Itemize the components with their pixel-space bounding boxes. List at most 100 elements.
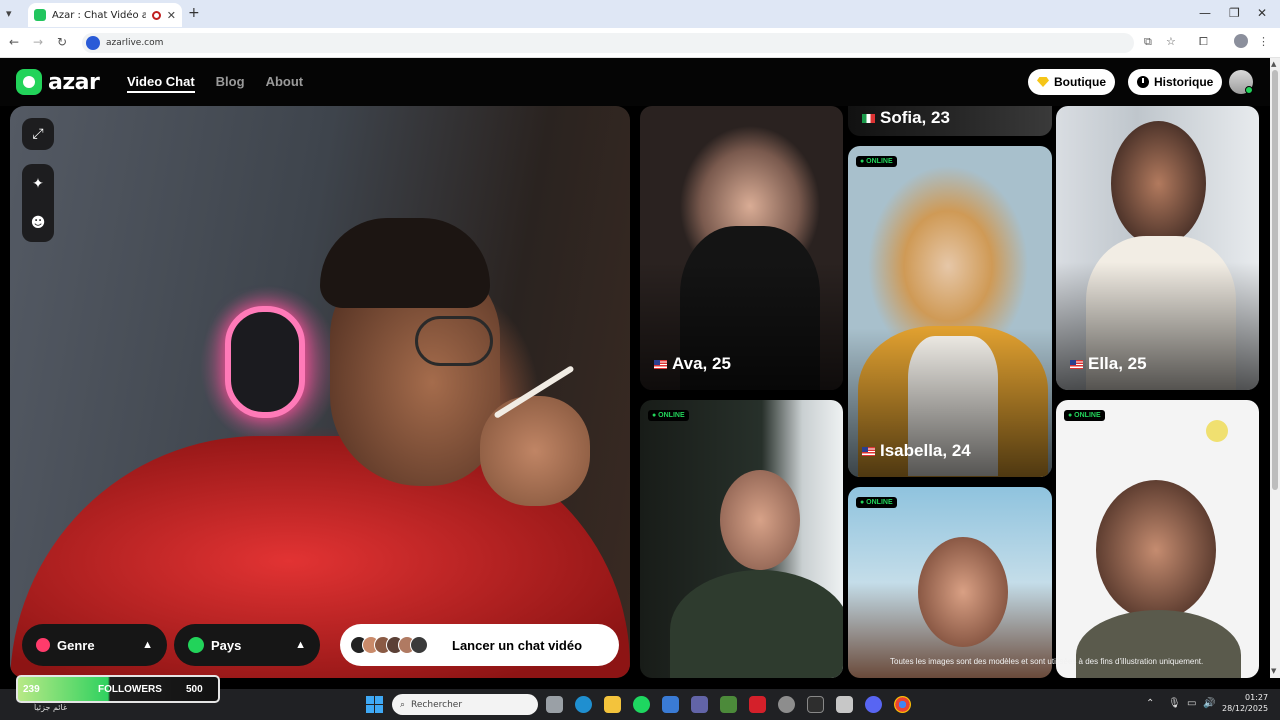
taskbar-clock[interactable]: 01:27 28/12/2025 <box>1222 692 1268 714</box>
recording-icon <box>151 10 161 20</box>
profile-card[interactable]: ● ONLINE Isabella, 24 <box>848 146 1052 477</box>
azar-logo-text: azar <box>48 69 100 95</box>
minimize-icon[interactable]: — <box>1199 6 1211 20</box>
online-badge: ● ONLINE <box>1064 410 1105 421</box>
minecraft-icon[interactable] <box>720 696 737 713</box>
card-name-text: Sofia, 23 <box>880 108 950 127</box>
extensions-icon[interactable]: ⧠ <box>1199 35 1208 49</box>
app-icon[interactable] <box>836 696 853 713</box>
store-icon[interactable] <box>662 696 679 713</box>
search-icon: ⌕ <box>400 699 406 710</box>
card-name: Sofia, 23 <box>862 108 950 128</box>
browser-tab-strip: ▾ Azar : Chat Vidéo avec de ✕ + — ❐ ✕ <box>0 0 1280 28</box>
tab-menu-icon[interactable]: ▾ <box>6 7 12 20</box>
camera-preview <box>10 106 630 678</box>
nav-video-chat[interactable]: Video Chat <box>127 74 195 93</box>
azar-favicon-icon <box>34 9 46 21</box>
network-icon[interactable]: ▭ <box>1187 698 1196 709</box>
online-badge: ● ONLINE <box>856 156 897 167</box>
browser-menu-icon[interactable]: ⋮ <box>1258 35 1269 48</box>
profile-card[interactable]: Sofia, 23 <box>848 106 1052 136</box>
microphone-icon[interactable]: 🎙 <box>1168 698 1181 709</box>
task-view-icon[interactable] <box>546 696 563 713</box>
new-tab-button[interactable]: + <box>188 5 200 21</box>
back-icon[interactable]: ← <box>9 35 19 49</box>
online-badge: ● ONLINE <box>648 410 689 421</box>
us-flag-icon <box>654 359 667 369</box>
edge-icon[interactable] <box>575 696 592 713</box>
expand-icon: ⤢ <box>32 126 44 142</box>
discord-icon[interactable] <box>865 696 882 713</box>
url-text: azarlive.com <box>106 38 164 48</box>
face-filter-icon[interactable]: ☻ <box>31 215 46 231</box>
azar-logo[interactable]: azar <box>16 69 100 95</box>
clock-time: 01:27 <box>1245 693 1269 702</box>
nav-blog[interactable]: Blog <box>216 74 245 93</box>
us-flag-icon <box>862 446 875 456</box>
followers-label: FOLLOWERS <box>98 683 162 695</box>
taskbar-search[interactable]: ⌕ Rechercher <box>392 694 538 715</box>
history-clock-icon <box>1137 76 1149 88</box>
url-field[interactable]: azarlive.com <box>82 33 1134 53</box>
profile-card[interactable]: ● ONLINE <box>1056 400 1259 678</box>
profile-card[interactable]: Ella, 25 <box>1056 106 1259 390</box>
teams-icon[interactable] <box>691 696 708 713</box>
bookmark-star-icon[interactable]: ☆ <box>1166 35 1176 48</box>
pays-selector[interactable]: Pays ▲ <box>174 624 320 666</box>
chrome-icon[interactable] <box>894 696 911 713</box>
avatar-stack <box>350 636 428 654</box>
profile-card[interactable]: ● ONLINE <box>640 400 843 678</box>
site-info-icon[interactable] <box>86 36 100 50</box>
card-shirt <box>1076 610 1241 678</box>
genre-selector[interactable]: Genre ▲ <box>22 624 167 666</box>
preview-glasses <box>415 316 493 366</box>
globe-icon <box>188 637 204 653</box>
app-icon[interactable] <box>749 696 766 713</box>
restore-icon[interactable]: ❐ <box>1229 6 1240 20</box>
genre-label: Genre <box>57 637 95 653</box>
historique-label: Historique <box>1154 75 1214 89</box>
profile-card[interactable]: ● ONLINE <box>848 487 1052 678</box>
reload-icon[interactable]: ↻ <box>57 35 67 49</box>
card-photo <box>1096 480 1216 620</box>
file-explorer-icon[interactable] <box>604 696 621 713</box>
preview-headset <box>225 306 305 418</box>
tab-close-button[interactable]: ✕ <box>167 9 176 22</box>
card-photo <box>1111 121 1206 246</box>
browser-profile-avatar[interactable] <box>1234 34 1248 48</box>
nav-about[interactable]: About <box>266 74 304 93</box>
close-window-icon[interactable]: ✕ <box>1257 6 1267 20</box>
fullscreen-button[interactable]: ⤢ <box>22 118 54 150</box>
profile-card[interactable]: Ava, 25 <box>640 106 843 390</box>
tray-overflow-icon[interactable]: ⌃ <box>1146 698 1154 709</box>
avatar <box>410 636 428 654</box>
scroll-down-icon[interactable]: ▼ <box>1271 667 1276 675</box>
card-decoration <box>1206 420 1228 442</box>
card-shirt <box>670 570 843 678</box>
sparkle-effects-icon[interactable]: ✦ <box>32 176 44 192</box>
terminal-icon[interactable] <box>807 696 824 713</box>
volume-icon[interactable]: 🔊 <box>1203 698 1215 709</box>
start-button[interactable] <box>366 696 383 713</box>
scroll-up-icon[interactable]: ▲ <box>1271 60 1276 68</box>
forward-icon[interactable]: → <box>33 35 43 49</box>
obs-icon[interactable] <box>778 696 795 713</box>
chevron-up-icon: ▲ <box>295 639 306 651</box>
install-app-icon[interactable]: ⧉ <box>1144 35 1152 49</box>
effects-toolbar: ✦ ☻ <box>22 164 54 242</box>
card-name: Ella, 25 <box>1070 354 1147 374</box>
page-scrollbar[interactable]: ▲ ▼ <box>1270 58 1280 678</box>
boutique-button[interactable]: Boutique <box>1028 69 1115 95</box>
card-photo <box>918 537 1008 647</box>
historique-button[interactable]: Historique <box>1128 69 1223 95</box>
card-name: Isabella, 24 <box>862 441 971 461</box>
spotify-icon[interactable] <box>633 696 650 713</box>
card-photo <box>720 470 800 570</box>
online-status-dot <box>1245 86 1253 94</box>
main-stage: ⤢ ✦ ☻ Genre ▲ Pays ▲ Lancer un chat vidé… <box>0 106 1270 678</box>
scrollbar-thumb[interactable] <box>1272 70 1278 490</box>
start-video-chat-button[interactable]: Lancer un chat vidéo <box>340 624 619 666</box>
weather-text[interactable]: غائم جزئياً <box>34 703 67 712</box>
followers-count: 239 <box>23 683 40 695</box>
browser-tab[interactable]: Azar : Chat Vidéo avec de ✕ <box>28 3 182 27</box>
